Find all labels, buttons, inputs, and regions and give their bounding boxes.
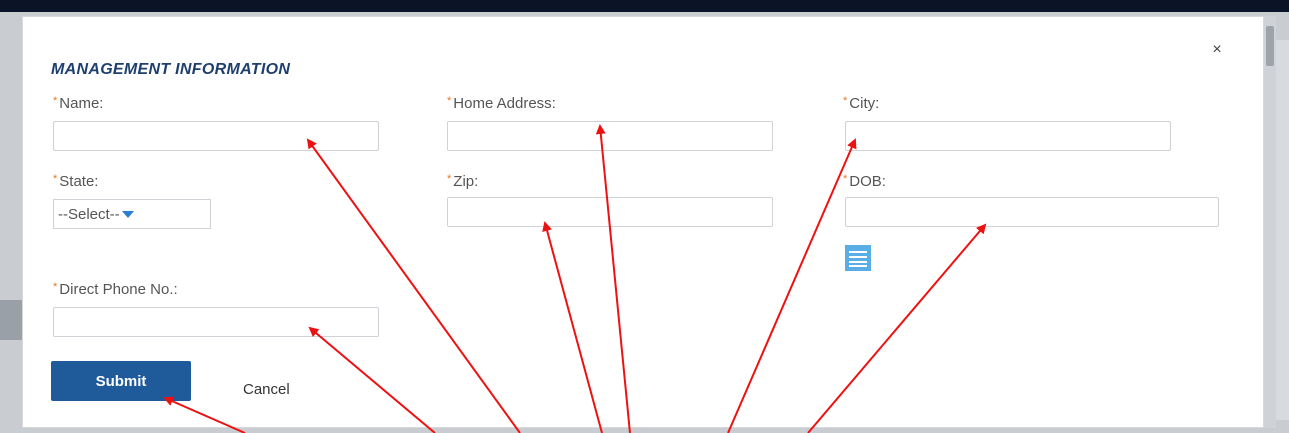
home-address-label: * Home Address: [447,95,556,112]
required-marker: * [843,173,848,185]
name-input[interactable] [53,121,379,151]
management-information-modal: MANAGEMENT INFORMATION × * Name: * Home Ad… [22,16,1264,428]
background-strip [0,300,22,340]
zip-label: * Zip: [447,173,478,190]
close-icon[interactable]: × [1208,41,1226,59]
required-marker: * [53,281,58,293]
zip-input[interactable] [447,197,773,227]
direct-phone-label: * Direct Phone No.: [53,281,178,298]
modal-scrollbar[interactable] [1264,16,1276,428]
name-label-text: Name: [59,95,104,112]
city-input[interactable] [845,121,1171,151]
direct-phone-input[interactable] [53,307,379,337]
state-label: * State: [53,173,98,190]
city-label: * City: [843,95,879,112]
required-marker: * [53,95,58,107]
background-strip [1276,40,1289,420]
name-label: * Name: [53,95,103,112]
cancel-link[interactable]: Cancel [243,381,290,398]
home-address-label-text: Home Address: [453,95,556,112]
required-marker: * [447,173,452,185]
dob-label-text: DOB: [849,173,886,190]
dob-input[interactable] [845,197,1219,227]
submit-button[interactable]: Submit [51,361,191,401]
state-selected-value: --Select-- [58,205,120,223]
background-top-bar [0,0,1289,12]
direct-phone-label-text: Direct Phone No.: [59,281,178,298]
calendar-icon[interactable] [845,245,871,271]
home-address-input[interactable] [447,121,773,151]
city-label-text: City: [849,95,880,112]
required-marker: * [447,95,452,107]
state-select[interactable]: --Select-- [53,199,211,229]
scrollbar-thumb[interactable] [1266,26,1274,66]
state-label-text: State: [59,173,99,190]
required-marker: * [843,95,848,107]
dob-label: * DOB: [843,173,886,190]
chevron-down-icon [121,210,134,218]
required-marker: * [53,173,58,185]
modal-title: MANAGEMENT INFORMATION [51,61,291,78]
zip-label-text: Zip: [453,173,479,190]
